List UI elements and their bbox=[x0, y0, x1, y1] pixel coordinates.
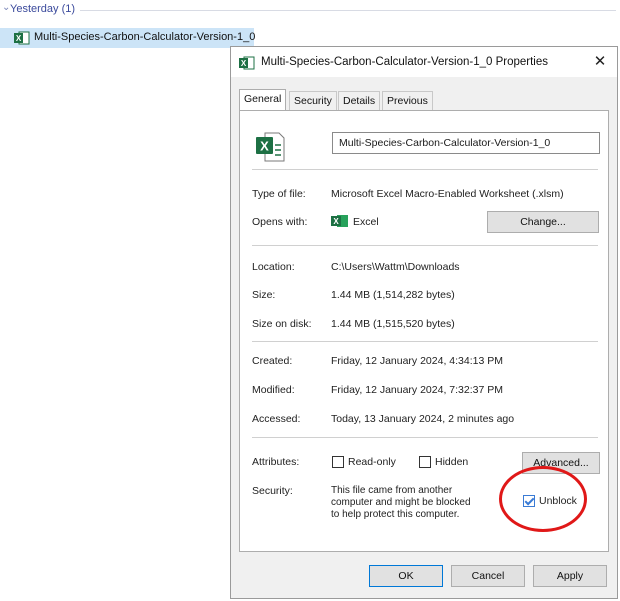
size-on-disk-label: Size on disk: bbox=[252, 318, 312, 330]
tab-previous-versions[interactable]: Previous Versions bbox=[382, 91, 433, 125]
divider bbox=[252, 245, 598, 246]
location-value: C:\Users\Wattm\Downloads bbox=[331, 261, 460, 273]
created-label: Created: bbox=[252, 355, 293, 367]
apply-button[interactable]: Apply bbox=[533, 565, 607, 587]
close-icon[interactable]: ✕ bbox=[589, 52, 611, 72]
read-only-label: Read-only bbox=[348, 456, 396, 468]
svg-text:X: X bbox=[333, 217, 339, 226]
file-name: Multi-Species-Carbon-Calculator-Version-… bbox=[34, 31, 256, 43]
security-message: This file came from another computer and… bbox=[331, 485, 471, 520]
change-button[interactable]: Change... bbox=[487, 211, 599, 233]
dialog-titlebar[interactable]: X Multi-Species-Carbon-Calculator-Versio… bbox=[231, 47, 617, 77]
ok-button[interactable]: OK bbox=[369, 565, 443, 587]
size-value: 1.44 MB (1,514,282 bytes) bbox=[331, 289, 455, 301]
file-list-item[interactable]: X Multi-Species-Carbon-Calculator-Versio… bbox=[0, 28, 256, 48]
opens-with-value: Excel bbox=[353, 216, 379, 228]
divider bbox=[252, 341, 598, 342]
opens-with-label: Opens with: bbox=[252, 216, 308, 228]
tab-general[interactable]: General bbox=[239, 89, 287, 111]
read-only-checkbox[interactable] bbox=[332, 456, 344, 468]
location-label: Location: bbox=[252, 261, 295, 273]
accessed-label: Accessed: bbox=[252, 413, 301, 425]
dialog-title: Multi-Species-Carbon-Calculator-Version-… bbox=[261, 56, 548, 68]
group-divider bbox=[80, 10, 616, 11]
excel-document-icon: X bbox=[255, 131, 285, 166]
svg-text:X: X bbox=[260, 139, 269, 154]
tab-security[interactable]: Security bbox=[289, 91, 337, 110]
group-header-yesterday[interactable]: ⌄ Yesterday (1) bbox=[0, 0, 620, 22]
cancel-button[interactable]: Cancel bbox=[451, 565, 525, 587]
divider bbox=[252, 437, 598, 438]
attributes-label: Attributes: bbox=[252, 456, 300, 468]
security-label: Security: bbox=[252, 485, 293, 497]
filename-input[interactable]: Multi-Species-Carbon-Calculator-Version-… bbox=[332, 132, 600, 154]
tab-details[interactable]: Details bbox=[338, 91, 381, 110]
modified-label: Modified: bbox=[252, 384, 295, 396]
annotation-circle bbox=[499, 466, 587, 532]
excel-app-icon: X bbox=[331, 214, 349, 231]
group-label: Yesterday (1) bbox=[10, 3, 76, 15]
excel-file-icon: X bbox=[239, 56, 255, 73]
size-label: Size: bbox=[252, 289, 276, 301]
type-of-file-value: Microsoft Excel Macro-Enabled Worksheet … bbox=[331, 188, 564, 200]
hidden-checkbox[interactable] bbox=[419, 456, 431, 468]
svg-text:X: X bbox=[16, 34, 22, 43]
type-of-file-label: Type of file: bbox=[252, 188, 306, 200]
created-value: Friday, 12 January 2024, 4:34:13 PM bbox=[331, 355, 503, 367]
excel-file-icon: X bbox=[14, 31, 30, 48]
hidden-label: Hidden bbox=[435, 456, 469, 468]
modified-value: Friday, 12 January 2024, 7:32:37 PM bbox=[331, 384, 503, 396]
svg-text:X: X bbox=[241, 59, 247, 68]
accessed-value: Today, 13 January 2024, 2 minutes ago bbox=[331, 413, 515, 425]
size-on-disk-value: 1.44 MB (1,515,520 bytes) bbox=[331, 318, 455, 330]
divider bbox=[252, 169, 598, 170]
